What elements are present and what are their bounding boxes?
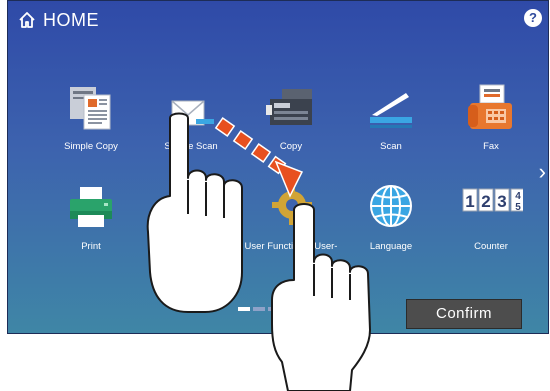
tile-copy[interactable]: Copy <box>241 83 341 179</box>
tile-language[interactable]: Language <box>341 183 441 279</box>
counter-digit: 3 <box>497 192 506 211</box>
confirm-button[interactable]: Confirm <box>406 299 522 329</box>
tile-fax[interactable]: Fax <box>441 83 541 179</box>
page-dot <box>253 307 265 311</box>
tile-label: Print <box>81 241 101 252</box>
fax-icon <box>468 84 512 129</box>
counter-digit: 4 <box>515 191 521 202</box>
print-icon <box>70 187 112 227</box>
next-page-arrow[interactable]: › <box>539 161 546 183</box>
tile-counter[interactable]: 1 2 3 4 5 Counter <box>441 183 541 279</box>
tile-simple-scan[interactable]: Simple Scan <box>141 83 241 179</box>
page-title: HOME <box>43 10 99 30</box>
tile-label: Counter <box>474 241 508 252</box>
home-screen: HOME ? Simple Copy Simple Scan Copy Scan… <box>7 0 549 334</box>
scan-icon <box>370 93 412 128</box>
home-icon[interactable] <box>17 10 37 30</box>
tile-simple-copy[interactable]: Simple Copy <box>41 83 141 179</box>
user-functions-icon <box>272 185 312 225</box>
language-icon <box>370 185 412 227</box>
page-indicator <box>238 298 283 316</box>
simple-copy-icon <box>70 87 111 130</box>
simple-scan-icon <box>171 100 214 126</box>
tile-user-functions[interactable]: User Functions -User- <box>241 183 341 279</box>
counter-digit: 2 <box>481 192 490 211</box>
tile-print[interactable]: Print <box>41 183 141 279</box>
counter-digit: 1 <box>465 192 474 211</box>
counter-icon: 1 2 3 4 5 <box>462 188 523 213</box>
tile-scan[interactable]: Scan <box>341 83 441 179</box>
top-bar: HOME ? <box>8 1 548 37</box>
counter-digit: 5 <box>515 202 521 213</box>
page-dot <box>238 307 250 311</box>
tile-label: Fax <box>483 141 499 152</box>
help-button[interactable]: ? <box>524 9 542 27</box>
copy-icon <box>266 89 312 125</box>
page-dot <box>268 307 280 311</box>
